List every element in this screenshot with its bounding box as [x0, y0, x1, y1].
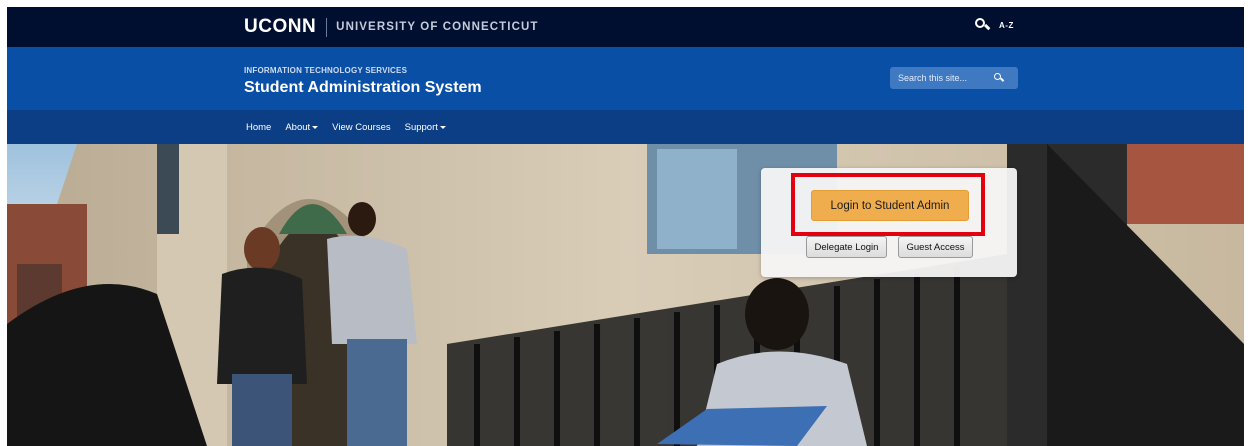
- search-icon[interactable]: [975, 18, 991, 32]
- guest-access-button[interactable]: Guest Access: [898, 236, 973, 258]
- nav-view-courses-label: View Courses: [332, 121, 391, 133]
- nav-view-courses[interactable]: View Courses: [332, 122, 390, 133]
- nav-home[interactable]: Home: [246, 122, 271, 133]
- university-banner: UCONN UNIVERSITY OF CONNECTICUT A-Z: [7, 7, 1244, 47]
- uconn-brand[interactable]: UCONN UNIVERSITY OF CONNECTICUT: [244, 16, 539, 38]
- caret-down-icon: [439, 125, 446, 129]
- nav-home-label: Home: [246, 121, 272, 133]
- main-nav: Home About View Courses Support: [7, 110, 1244, 144]
- nav-about[interactable]: About: [285, 121, 319, 133]
- uconn-wordmark[interactable]: UCONN: [244, 16, 316, 38]
- site-header: INFORMATION TECHNOLOGY SERVICES Student …: [7, 47, 1244, 110]
- a-z-index-link[interactable]: A-Z: [999, 21, 1014, 30]
- brand-divider: [326, 17, 328, 37]
- site-search-input[interactable]: [890, 73, 990, 83]
- site-search: [890, 67, 1018, 89]
- caret-down-icon: [312, 125, 319, 129]
- nav-support[interactable]: Support: [405, 122, 446, 133]
- department-name[interactable]: INFORMATION TECHNOLOGY SERVICES: [244, 66, 407, 75]
- hero-photo: [7, 144, 1244, 446]
- campus-photo-illustration: [7, 144, 1244, 446]
- nav-about-label: About: [285, 121, 311, 133]
- nav-support-label: Support: [404, 121, 438, 133]
- login-highlight-box: [791, 173, 985, 236]
- delegate-login-button[interactable]: Delegate Login: [806, 236, 887, 258]
- banner-tools: A-Z: [975, 18, 1014, 32]
- university-name[interactable]: UNIVERSITY OF CONNECTICUT: [336, 21, 538, 33]
- site-title[interactable]: Student Administration System: [244, 79, 482, 97]
- search-icon[interactable]: [994, 73, 1005, 83]
